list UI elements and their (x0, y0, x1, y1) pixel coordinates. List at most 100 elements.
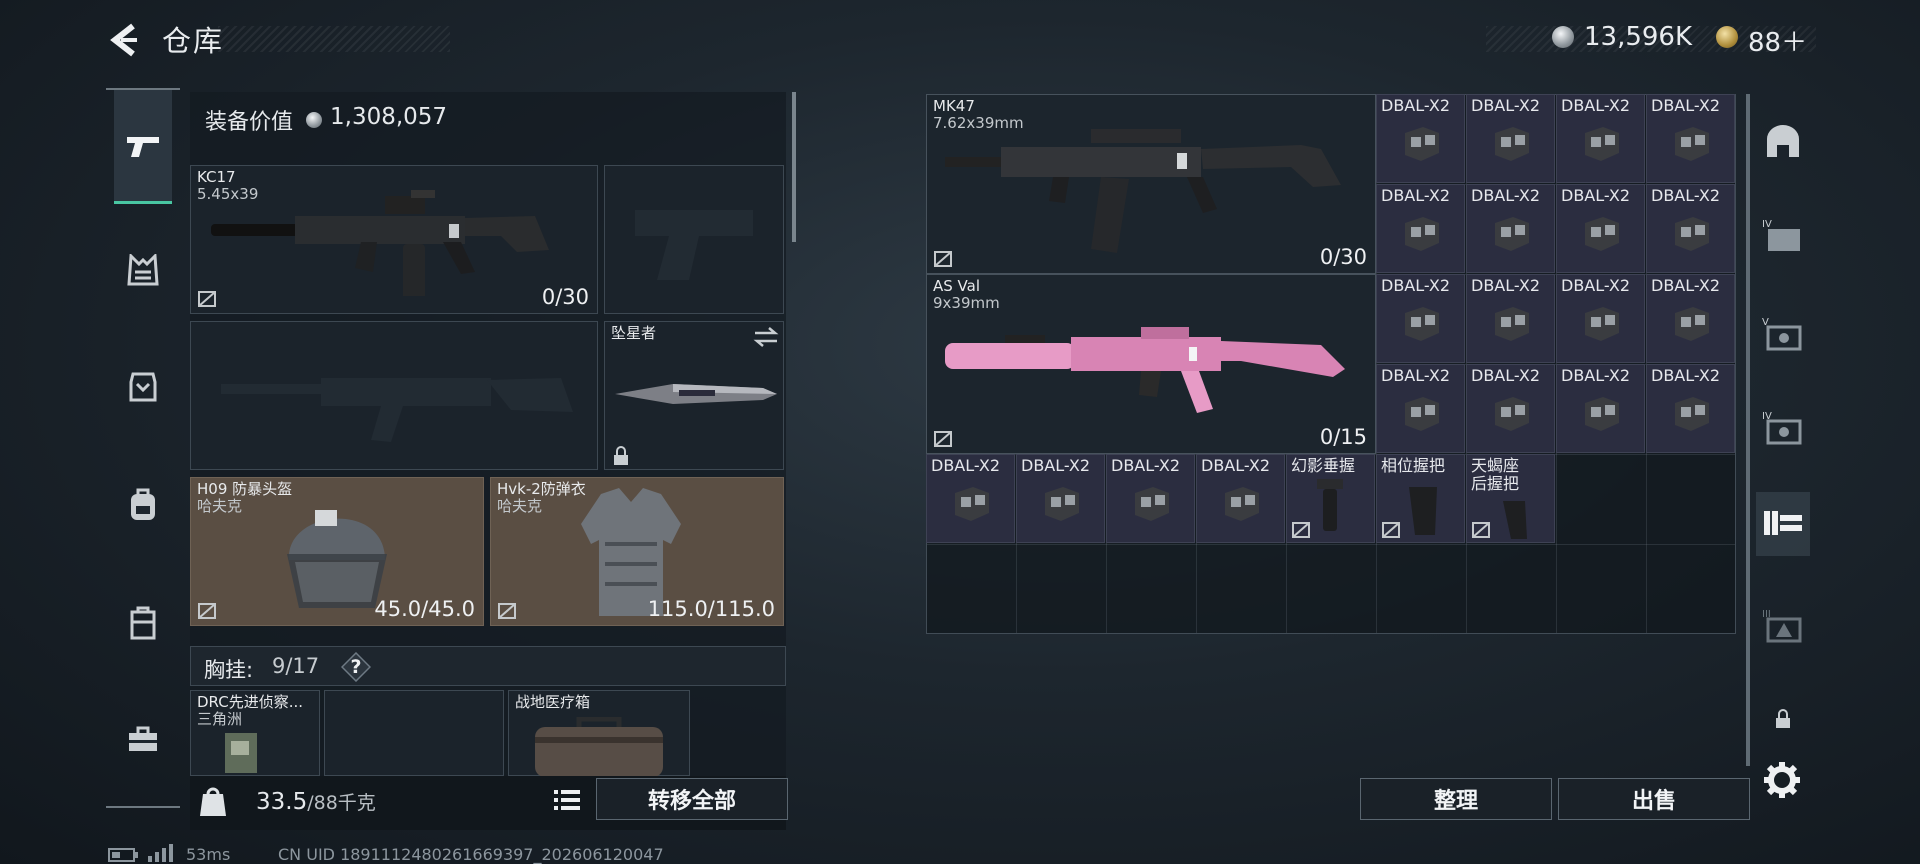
help-mark: ? (350, 656, 362, 678)
scope-item[interactable]: DBAL-X2 (1556, 274, 1645, 363)
scope-name: DBAL-X2 (1561, 96, 1630, 115)
chest-rig-capacity: 9/17 (272, 654, 320, 678)
settings-gear-icon[interactable] (1762, 760, 1802, 800)
right-nav-tier4-safe[interactable]: IV (1756, 400, 1810, 454)
armor-icon (129, 372, 157, 402)
scope-item[interactable]: DBAL-X2 (1466, 364, 1555, 453)
scope-name: DBAL-X2 (1561, 276, 1630, 295)
list-view-icon[interactable] (552, 786, 582, 814)
lock-icon (1776, 709, 1790, 728)
dbal-x2-icon (1495, 127, 1529, 161)
bound-item-icon (1292, 522, 1310, 538)
right-nav-bunker[interactable] (1756, 114, 1810, 168)
gun-name: AS Val (933, 277, 981, 295)
scope-item[interactable]: DBAL-X2 (1016, 454, 1105, 543)
sidebar-item-weapons[interactable] (114, 90, 172, 204)
helmet-maker: 哈夫克 (197, 497, 243, 515)
stash-item-mk47[interactable]: MK47 7.62x39mm 0/30 (926, 94, 1376, 274)
scope-item[interactable]: DBAL-X2 (1646, 94, 1735, 183)
svg-text:IV: IV (1762, 219, 1772, 230)
rig-item-drc[interactable]: DRC先进侦察... 三角洲 (190, 690, 320, 776)
scope-item[interactable]: DBAL-X2 (1646, 274, 1735, 363)
right-nav-tier4-case[interactable]: IV (1756, 208, 1810, 262)
kc17-rifle-icon (211, 190, 549, 296)
scope-item[interactable]: DBAL-X2 (1646, 184, 1735, 273)
ping-readout: 53ms (186, 845, 231, 864)
bound-item-icon (1382, 522, 1400, 538)
dbal-x2-icon (1495, 217, 1529, 251)
dbal-x2-icon (1675, 217, 1709, 251)
pistol-placeholder-icon (635, 210, 753, 280)
back-button[interactable] (104, 20, 144, 60)
stash-scrollbar[interactable] (1746, 94, 1750, 766)
dbal-x2-icon (1675, 127, 1709, 161)
sidebar-item-armor[interactable] (114, 358, 172, 416)
gun-ammo: 0/30 (1319, 245, 1367, 269)
dbal-x2-icon (1405, 217, 1439, 251)
rig-item-name: DRC先进侦察... (197, 693, 304, 711)
scope-item[interactable]: DBAL-X2 (1196, 454, 1285, 543)
scope-name: DBAL-X2 (931, 456, 1000, 475)
sidebar-item-case[interactable] (114, 594, 172, 652)
right-nav-tier5-safe[interactable]: V (1756, 306, 1810, 360)
scope-item[interactable]: DBAL-X2 (1646, 364, 1735, 453)
scope-item[interactable]: DBAL-X2 (1376, 94, 1465, 183)
swap-icon[interactable] (753, 326, 779, 348)
dbal-x2-icon (1135, 487, 1169, 521)
mk47-rifle-icon (945, 129, 1341, 253)
grip-item-scorpio[interactable]: 天蝎座 后握把 (1466, 454, 1555, 543)
melee-slot[interactable]: 坠星者 (604, 321, 784, 470)
melee-name: 坠星者 (611, 324, 657, 342)
rig-item-sub: 三角洲 (197, 710, 243, 728)
sort-button[interactable]: 整理 (1360, 778, 1552, 820)
scope-item[interactable]: DBAL-X2 (1106, 454, 1195, 543)
lock-icon (614, 446, 628, 465)
armor-slot[interactable]: Hvk-2防弹衣 哈夫克 115.0/115.0 (490, 477, 784, 626)
toolbox-icon (129, 726, 157, 751)
grip-item-phase[interactable]: 相位握把 (1376, 454, 1465, 543)
scope-item[interactable]: DBAL-X2 (1376, 364, 1465, 453)
helmet-slot[interactable]: H09 防暴头盔 哈夫克 45.0/45.0 (190, 477, 484, 626)
primary-weapon-slot[interactable]: KC17 5.45x39 0/30 (190, 165, 598, 314)
right-nav-weapon-rack[interactable] (1756, 496, 1810, 550)
scope-item[interactable]: DBAL-X2 (1376, 184, 1465, 273)
bound-item-icon (1472, 522, 1490, 538)
dbal-x2-icon (1225, 487, 1259, 521)
sidebar-item-chest-rig[interactable] (114, 242, 172, 300)
scope-item[interactable]: DBAL-X2 (1556, 184, 1645, 273)
scope-item[interactable]: DBAL-X2 (1556, 94, 1645, 183)
stash-item-as-val[interactable]: AS Val 9x39mm 0/15 (926, 274, 1376, 454)
case-icon (130, 606, 156, 640)
scope-name: DBAL-X2 (1381, 96, 1450, 115)
sidebar-item-backpack[interactable] (114, 476, 172, 534)
rig-slot-empty[interactable] (324, 690, 504, 776)
scope-item[interactable]: DBAL-X2 (1466, 274, 1555, 363)
scope-item[interactable]: DBAL-X2 (1466, 184, 1555, 273)
gold-currency-amount[interactable]: 88＋ (1748, 22, 1807, 59)
scope-name: DBAL-X2 (1651, 366, 1720, 385)
transfer-all-button[interactable]: 转移全部 (596, 778, 788, 820)
scope-item[interactable]: DBAL-X2 (926, 454, 1015, 543)
silver-coin-icon (1552, 26, 1574, 48)
rig-item-name: 战地医疗箱 (515, 693, 591, 711)
knife-icon (615, 384, 777, 404)
sidebar-item-toolbox[interactable] (114, 710, 172, 768)
sell-button[interactable]: 出售 (1558, 778, 1750, 820)
rig-item-medkit[interactable]: 战地医疗箱 (508, 690, 690, 777)
max-weight: /88千克 (307, 792, 376, 814)
grip-name: 幻影垂握 (1291, 456, 1356, 475)
grip-name: 天蝎座 (1471, 456, 1520, 475)
sidearm-slot[interactable] (604, 165, 784, 314)
scope-item[interactable]: DBAL-X2 (1376, 274, 1465, 363)
right-nav-locked[interactable] (1756, 692, 1810, 746)
grip-name: 相位握把 (1381, 456, 1446, 475)
scope-item[interactable]: DBAL-X2 (1466, 94, 1555, 183)
scope-name: DBAL-X2 (1651, 186, 1720, 205)
grip-item-phantom[interactable]: 幻影垂握 (1286, 454, 1375, 543)
scope-name: DBAL-X2 (1201, 456, 1270, 475)
scope-item[interactable]: DBAL-X2 (1556, 364, 1645, 453)
secondary-weapon-slot[interactable] (190, 321, 598, 470)
right-nav-tier3-display[interactable]: III (1756, 598, 1810, 652)
rifle-placeholder-icon (221, 378, 573, 442)
equipment-scrollbar[interactable] (792, 92, 796, 242)
